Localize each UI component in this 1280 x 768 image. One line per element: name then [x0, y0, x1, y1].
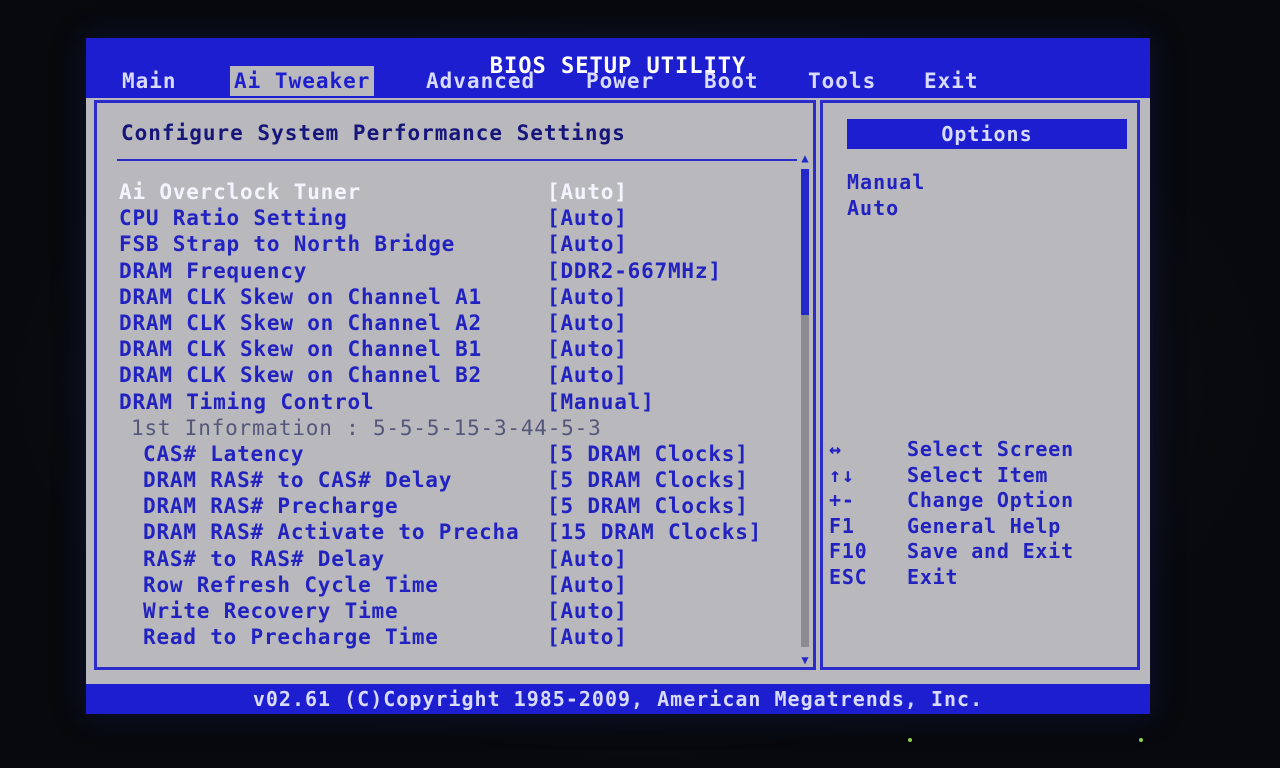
scrollbar[interactable]: ▲ ▼: [799, 151, 811, 667]
esc-key: ESC: [829, 564, 868, 589]
power-led-icon: [908, 738, 912, 742]
setting-cpu-ratio[interactable]: CPU Ratio Setting [Auto]: [119, 205, 799, 231]
setting-value[interactable]: [5 DRAM Clocks]: [547, 467, 749, 493]
setting-value[interactable]: [Auto]: [547, 205, 628, 231]
key-description: Change Option: [907, 488, 1074, 513]
setting-value[interactable]: [Auto]: [547, 310, 628, 336]
options-list: Manual Auto: [847, 169, 925, 221]
scroll-down-arrow-icon[interactable]: ▼: [799, 653, 811, 667]
settings-panel: Configure System Performance Settings Ai…: [94, 100, 816, 670]
setting-read-to-precharge[interactable]: Read to Precharge Time [Auto]: [119, 624, 799, 650]
setting-value[interactable]: [15 DRAM Clocks]: [547, 519, 762, 545]
setting-label: DRAM RAS# Precharge: [143, 494, 399, 519]
option-auto[interactable]: Auto: [847, 195, 925, 221]
setting-dram-timing-control[interactable]: DRAM Timing Control [Manual]: [119, 389, 799, 415]
menu-ai-tweaker[interactable]: Ai Tweaker: [230, 66, 375, 96]
options-header: Options: [847, 119, 1127, 149]
setting-label: Read to Precharge Time: [143, 625, 439, 650]
key-hint: ESC Exit: [829, 565, 1129, 591]
setting-clk-skew-b1[interactable]: DRAM CLK Skew on Channel B1 [Auto]: [119, 336, 799, 362]
setting-ras-to-ras[interactable]: RAS# to RAS# Delay [Auto]: [119, 546, 799, 572]
setting-dram-frequency[interactable]: DRAM Frequency [DDR2-667MHz]: [119, 258, 799, 284]
setting-label: CAS# Latency: [143, 441, 305, 466]
copyright-footer: v02.61 (C)Copyright 1985-2009, American …: [86, 684, 1150, 714]
f10-key: F10: [829, 539, 868, 564]
settings-list: Ai Overclock Tuner [Auto] CPU Ratio Sett…: [119, 179, 799, 650]
setting-value[interactable]: [Auto]: [547, 598, 628, 624]
setting-ras-precharge[interactable]: DRAM RAS# Precharge [5 DRAM Clocks]: [119, 493, 799, 519]
setting-label: DRAM Timing Control: [119, 389, 375, 414]
setting-label: CPU Ratio Setting: [119, 206, 348, 231]
setting-ras-to-cas[interactable]: DRAM RAS# to CAS# Delay [5 DRAM Clocks]: [119, 467, 799, 493]
key-legend: ↔ Select Screen ↑↓ Select Item +- Change…: [829, 437, 1129, 591]
setting-label: FSB Strap to North Bridge: [119, 232, 456, 257]
info-text: 1st Information : 5-5-5-15-3-44-5-3: [131, 415, 602, 440]
setting-ai-overclock-tuner[interactable]: Ai Overclock Tuner [Auto]: [119, 179, 799, 205]
page-title: Configure System Performance Settings: [121, 121, 626, 145]
menu-boot[interactable]: Boot: [700, 66, 763, 96]
menu-power[interactable]: Power: [582, 66, 658, 96]
setting-row-refresh[interactable]: Row Refresh Cycle Time [Auto]: [119, 572, 799, 598]
key-hint: +- Change Option: [829, 488, 1129, 514]
up-down-arrows-icon: ↑↓: [829, 462, 855, 487]
setting-value[interactable]: [5 DRAM Clocks]: [547, 493, 749, 519]
plus-minus-key: +-: [829, 488, 855, 513]
key-description: Exit: [907, 564, 959, 589]
setting-label: DRAM RAS# to CAS# Delay: [143, 468, 453, 493]
key-description: Select Screen: [907, 437, 1074, 461]
setting-write-recovery[interactable]: Write Recovery Time [Auto]: [119, 598, 799, 624]
setting-value[interactable]: [Auto]: [547, 336, 628, 362]
setting-label: RAS# to RAS# Delay: [143, 546, 385, 571]
key-hint: F1 General Help: [829, 514, 1129, 540]
scroll-up-arrow-icon[interactable]: ▲: [799, 151, 811, 165]
setting-label: DRAM Frequency: [119, 258, 308, 283]
setting-label: DRAM RAS# Activate to Precha: [143, 520, 520, 545]
option-manual[interactable]: Manual: [847, 169, 925, 195]
setting-value[interactable]: [Manual]: [547, 389, 655, 415]
setting-label: Write Recovery Time: [143, 599, 399, 623]
setting-label: Row Refresh Cycle Time: [143, 572, 439, 597]
help-panel: Options Manual Auto ↔ Select Screen ↑↓ S…: [820, 100, 1140, 670]
bios-screen: BIOS SETUP UTILITY Main Ai Tweaker Advan…: [86, 38, 1150, 714]
menu-exit[interactable]: Exit: [920, 66, 983, 96]
setting-value[interactable]: [5 DRAM Clocks]: [547, 441, 749, 467]
setting-cas-latency[interactable]: CAS# Latency [5 DRAM Clocks]: [119, 441, 799, 467]
menu-main[interactable]: Main: [118, 66, 181, 96]
setting-clk-skew-b2[interactable]: DRAM CLK Skew on Channel B2 [Auto]: [119, 362, 799, 388]
setting-value[interactable]: [Auto]: [547, 362, 628, 388]
setting-value[interactable]: [Auto]: [547, 231, 628, 257]
key-description: General Help: [907, 513, 1062, 538]
setting-value[interactable]: [Auto]: [547, 546, 628, 572]
divider: [117, 159, 797, 161]
setting-label: DRAM CLK Skew on Channel A1: [119, 284, 482, 309]
timing-info: 1st Information : 5-5-5-15-3-44-5-3: [119, 415, 799, 441]
setting-clk-skew-a1[interactable]: DRAM CLK Skew on Channel A1 [Auto]: [119, 284, 799, 310]
menu-tools[interactable]: Tools: [804, 66, 880, 96]
setting-value[interactable]: [Auto]: [547, 284, 628, 310]
key-hint: ↔ Select Screen: [829, 437, 1129, 463]
key-hint: ↑↓ Select Item: [829, 463, 1129, 489]
setting-value[interactable]: [Auto]: [547, 179, 628, 205]
key-description: Select Item: [907, 462, 1049, 487]
menu-advanced[interactable]: Advanced: [422, 66, 539, 96]
setting-ras-activate[interactable]: DRAM RAS# Activate to Precha [15 DRAM Cl…: [119, 519, 799, 545]
f1-key: F1: [829, 513, 855, 538]
scroll-thumb[interactable]: [801, 169, 809, 315]
key-description: Save and Exit: [907, 539, 1074, 564]
setting-label: DRAM CLK Skew on Channel A2: [119, 310, 482, 335]
setting-fsb-strap[interactable]: FSB Strap to North Bridge [Auto]: [119, 231, 799, 257]
setting-label: DRAM CLK Skew on Channel B2: [119, 363, 482, 388]
setting-label: Ai Overclock Tuner: [119, 180, 361, 204]
setting-value[interactable]: [DDR2-667MHz]: [547, 258, 722, 284]
setting-clk-skew-a2[interactable]: DRAM CLK Skew on Channel A2 [Auto]: [119, 310, 799, 336]
status-led-icon: [1139, 738, 1143, 742]
key-hint: F10 Save and Exit: [829, 539, 1129, 565]
setting-label: DRAM CLK Skew on Channel B1: [119, 337, 482, 362]
setting-value[interactable]: [Auto]: [547, 624, 628, 650]
setting-value[interactable]: [Auto]: [547, 572, 628, 598]
left-right-arrows-icon: ↔: [829, 437, 842, 461]
